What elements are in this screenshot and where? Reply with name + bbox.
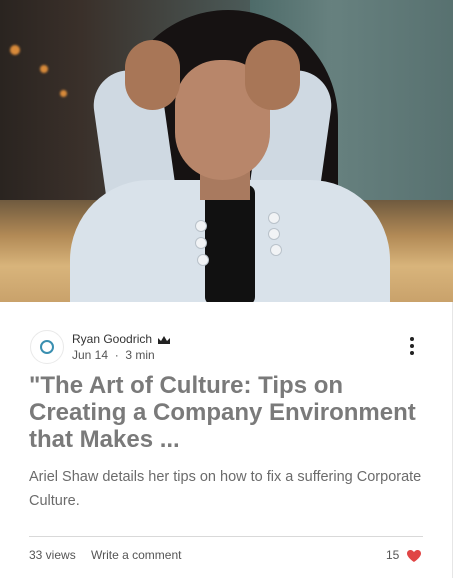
meta-separator: · <box>114 348 119 362</box>
cuff-button <box>268 212 280 224</box>
cuff-button <box>268 228 280 240</box>
post-date-line: Jun 14 · 3 min <box>72 348 155 362</box>
blog-post-card[interactable]: Ryan Goodrich Jun 14 · 3 min "The Art of… <box>0 0 453 578</box>
author-avatar[interactable] <box>30 330 64 364</box>
post-date: Jun 14 <box>72 348 109 362</box>
cuff-button <box>270 244 282 256</box>
post-title[interactable]: "The Art of Culture: Tips on Creating a … <box>29 372 424 453</box>
left-hand <box>125 40 180 110</box>
cuff-button <box>197 254 209 266</box>
heart-icon[interactable] <box>406 549 422 563</box>
read-time: 3 min <box>125 348 155 362</box>
write-comment-link[interactable]: Write a comment <box>91 548 181 562</box>
right-hand <box>245 40 300 110</box>
post-cover-image[interactable] <box>0 0 453 302</box>
bokeh-light <box>10 45 20 55</box>
view-count: 33 views <box>29 548 76 562</box>
post-stats: 33 views Write a comment 15 <box>29 548 423 568</box>
post-excerpt[interactable]: Ariel Shaw details her tips on how to fi… <box>29 465 424 513</box>
crown-icon <box>158 336 170 344</box>
cuff-button <box>195 220 207 232</box>
like-count: 15 <box>386 548 400 562</box>
inner-top <box>205 185 255 302</box>
bokeh-light <box>60 90 67 97</box>
divider <box>29 536 423 537</box>
more-vertical-icon[interactable] <box>410 337 416 355</box>
bokeh-light <box>40 65 48 73</box>
post-meta: Ryan Goodrich Jun 14 · 3 min <box>30 330 430 366</box>
cuff-button <box>195 237 207 249</box>
avatar-logo-icon <box>40 340 54 354</box>
author-name[interactable]: Ryan Goodrich <box>72 332 152 346</box>
